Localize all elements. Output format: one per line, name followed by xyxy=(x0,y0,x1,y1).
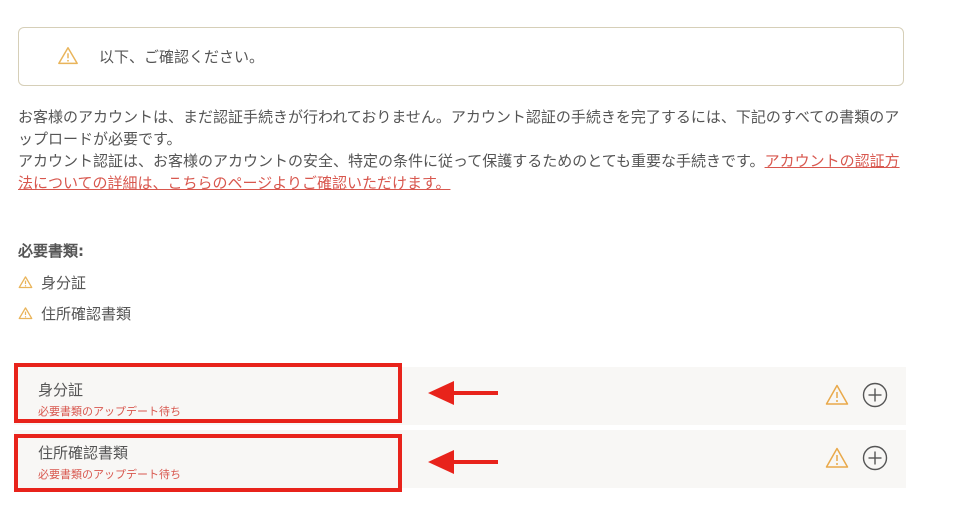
arrow-left-icon xyxy=(428,450,498,474)
description-line-1: お客様のアカウントは、まだ認証手続きが行われておりません。アカウント認証の手続き… xyxy=(18,108,900,148)
highlight-box xyxy=(14,434,402,492)
warning-icon xyxy=(18,307,33,320)
required-documents-title: 必要書類: xyxy=(18,242,84,260)
warning-icon xyxy=(825,384,849,405)
warning-icon xyxy=(18,276,33,289)
required-item: 身分証 xyxy=(18,272,86,293)
warning-icon xyxy=(825,447,849,468)
required-item-label: 住所確認書類 xyxy=(41,305,132,323)
required-item-label: 身分証 xyxy=(41,274,87,292)
add-circle-icon[interactable] xyxy=(862,445,888,471)
arrow-left-icon xyxy=(428,381,498,405)
notice-text: 以下、ご確認ください。 xyxy=(99,48,265,66)
description-line-2: アカウント認証は、お客様のアカウントの安全、特定の条件に従って保護するためのとて… xyxy=(18,152,765,170)
required-item: 住所確認書類 xyxy=(18,303,131,324)
warning-icon xyxy=(58,47,78,65)
account-description: お客様のアカウントは、まだ認証手続きが行われておりません。アカウント認証の手続き… xyxy=(18,106,908,194)
notice-banner: 以下、ご確認ください。 xyxy=(18,27,904,86)
highlight-box xyxy=(14,363,402,423)
add-circle-icon[interactable] xyxy=(862,382,888,408)
